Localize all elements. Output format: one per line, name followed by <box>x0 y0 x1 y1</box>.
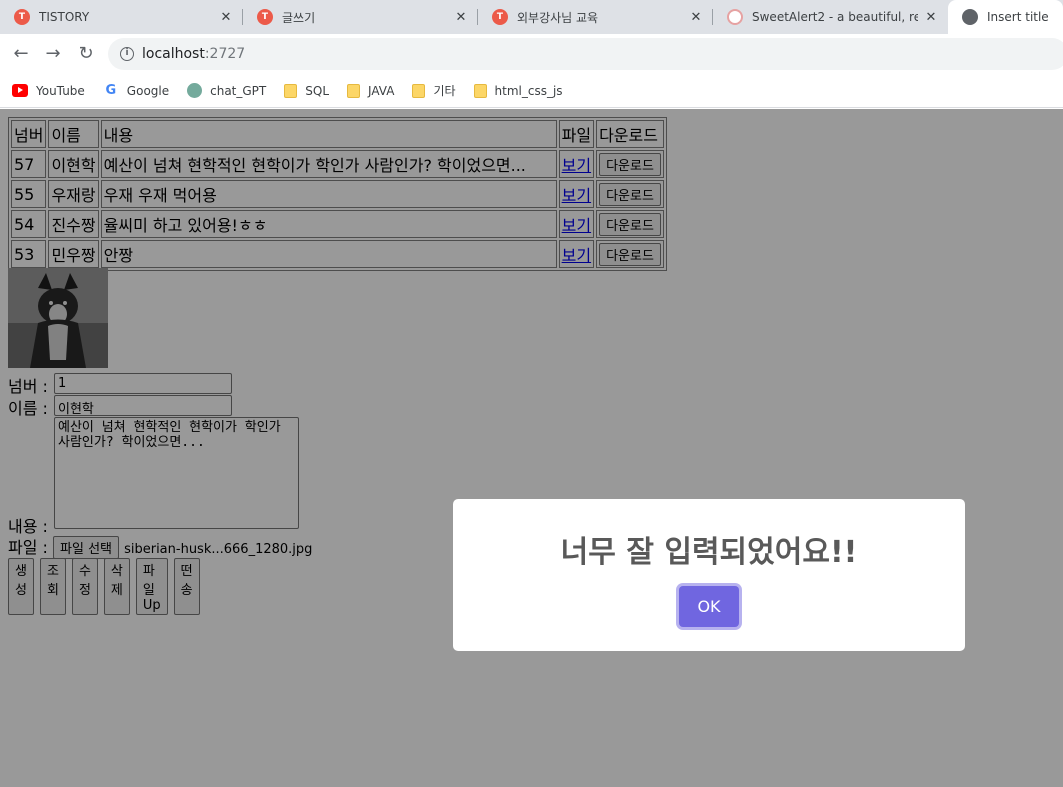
bookmark-google[interactable]: G Google <box>103 84 169 98</box>
modal-backdrop[interactable] <box>0 109 1063 787</box>
tistory-icon: T <box>14 9 30 25</box>
tab-sweetalert[interactable]: SweetAlert2 - a beautiful, respo ✕ <box>713 0 948 34</box>
tistory-icon: T <box>257 9 273 25</box>
close-icon[interactable]: ✕ <box>219 10 233 25</box>
bookmark-youtube[interactable]: YouTube <box>12 84 85 98</box>
back-arrow-icon[interactable]: ← <box>10 43 32 65</box>
browser-tab-bar: T TISTORY ✕ T 글쓰기 ✕ T 외부강사님 교육 ✕ SweetAl… <box>0 0 1063 34</box>
site-info-icon[interactable]: i <box>120 47 134 61</box>
tab-title: 외부강사님 교육 <box>517 10 599 25</box>
sweetalert-icon <box>727 9 743 25</box>
youtube-icon <box>12 84 28 97</box>
folder-icon <box>347 83 361 98</box>
tab-insert-title[interactable]: Insert title here <box>948 0 1063 34</box>
folder-icon <box>473 83 487 98</box>
google-icon: G <box>105 83 117 98</box>
bookmark-chatgpt[interactable]: chat_GPT <box>187 83 266 98</box>
tab-education[interactable]: T 외부강사님 교육 ✕ <box>478 0 713 34</box>
bookmark-html-css-js[interactable]: html_css_js <box>473 83 563 98</box>
url-port: :2727 <box>204 46 246 62</box>
bookmark-etc[interactable]: 기타 <box>412 82 456 99</box>
chatgpt-icon <box>187 83 203 98</box>
bookmark-label: Google <box>126 83 170 98</box>
alert-title: 너무 잘 입력되었어요!! <box>560 535 858 570</box>
forward-arrow-icon[interactable]: → <box>42 43 64 65</box>
address-bar: ← → ↻ i localhost:2727 <box>0 34 1063 74</box>
alert-dialog: 너무 잘 입력되었어요!! OK <box>453 499 965 651</box>
tab-title: TISTORY <box>39 10 90 24</box>
tab-title: SweetAlert2 - a beautiful, respo <box>752 10 918 24</box>
tab-title: Insert title here <box>987 10 1053 24</box>
bookmark-label: YouTube <box>36 83 85 98</box>
bookmarks-bar: YouTube G Google chat_GPT SQL JAVA 기타 htm… <box>0 74 1063 108</box>
bookmark-label: 기타 <box>433 84 456 98</box>
url-host: localhost <box>142 46 205 62</box>
ok-button[interactable]: OK <box>679 586 739 627</box>
bookmark-label: html_css_js <box>494 83 563 98</box>
close-icon[interactable]: ✕ <box>924 10 938 25</box>
bookmark-sql[interactable]: SQL <box>284 83 330 98</box>
folder-icon <box>284 83 298 98</box>
tistory-icon: T <box>492 9 508 25</box>
close-icon[interactable]: ✕ <box>689 10 703 25</box>
globe-icon <box>962 9 978 25</box>
close-icon[interactable]: ✕ <box>454 10 468 25</box>
bookmark-java[interactable]: JAVA <box>347 83 395 98</box>
tab-tistory[interactable]: T TISTORY ✕ <box>0 0 243 34</box>
bookmark-label: JAVA <box>368 83 395 98</box>
tab-title: 글쓰기 <box>282 10 316 25</box>
folder-icon <box>412 83 426 98</box>
bookmark-label: SQL <box>305 83 330 98</box>
reload-icon[interactable]: ↻ <box>75 43 97 65</box>
url-field[interactable]: i localhost:2727 <box>108 38 1063 70</box>
bookmark-label: chat_GPT <box>210 83 267 98</box>
tab-write[interactable]: T 글쓰기 ✕ <box>243 0 478 34</box>
